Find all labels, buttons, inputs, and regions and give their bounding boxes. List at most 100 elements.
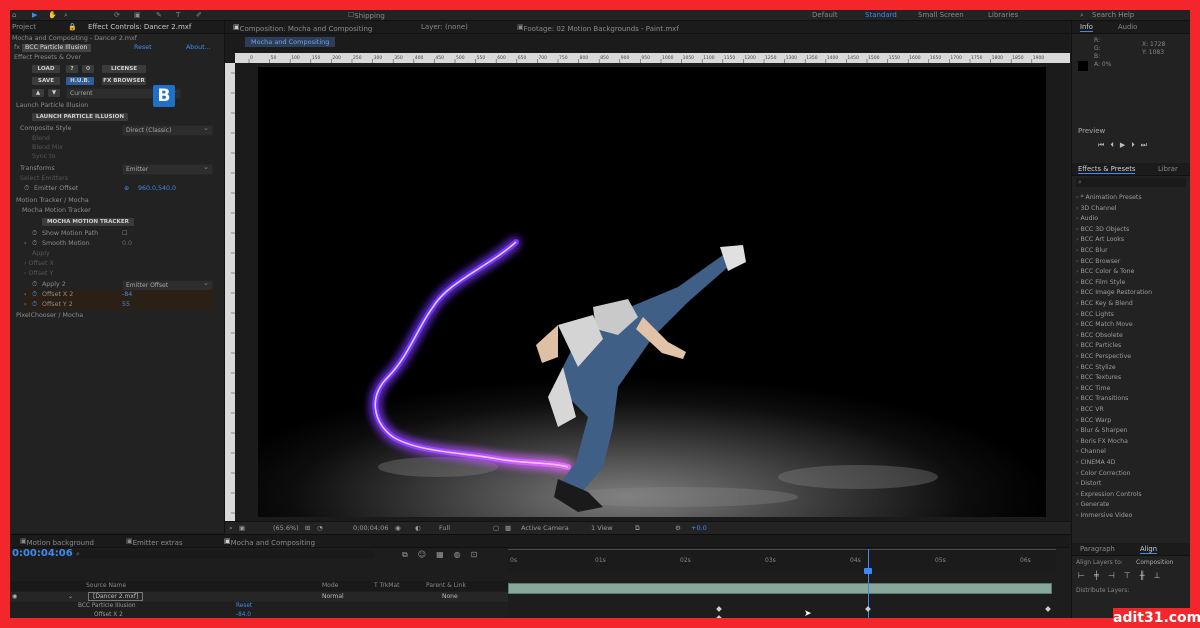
effects-list-item[interactable]: BCC Film Style [1076, 278, 1125, 289]
layer-row[interactable]: ◉ ⌄ [Dancer 2.mxf] Normal None [10, 592, 508, 602]
effect-row-label[interactable]: BCC Particle Illusion [78, 603, 136, 609]
effects-list-item[interactable]: BCC Transitions [1076, 394, 1128, 405]
chevron-down-icon[interactable]: ⌄ [68, 593, 73, 600]
effects-list-item[interactable]: BCC Lights [1076, 310, 1113, 321]
align-top-icon[interactable]: ⊤ [1124, 571, 1140, 580]
tab-composition[interactable]: ▣ Composition: Mocha and Compositing [233, 23, 372, 33]
effects-list-item[interactable]: BCC Key & Blend [1076, 299, 1132, 310]
workspace-libraries[interactable]: Libraries [988, 11, 1018, 19]
fx-browser-button[interactable]: FX BROWSER [102, 77, 146, 85]
about-link[interactable]: About... [186, 43, 211, 53]
chevron-right-icon[interactable]: › [24, 239, 27, 249]
reset-exposure-icon[interactable]: ⚙ [675, 524, 681, 532]
effects-list-item[interactable]: * Animation Presets [1076, 193, 1141, 204]
effects-list-item[interactable]: BCC Stylize [1076, 363, 1115, 374]
exposure-value[interactable]: +0.0 [691, 524, 707, 532]
effects-list-item[interactable]: Immersive Video [1076, 511, 1132, 522]
effect-presets-row[interactable]: Effect Presets & Over [14, 53, 81, 63]
composition-viewer[interactable] [258, 67, 1046, 517]
align-target-dropdown[interactable]: Composition [1136, 559, 1173, 566]
chevron-down-icon[interactable]: ▼ [48, 89, 60, 97]
layer-name[interactable]: [Dancer 2.mxf] [88, 592, 144, 601]
hue-button[interactable]: H.U.B. [66, 77, 94, 85]
flowchart-icon[interactable]: ⧉ [635, 524, 640, 533]
effects-list-item[interactable]: Channel [1076, 447, 1105, 458]
effects-list-item[interactable]: Expression Controls [1076, 490, 1141, 501]
crosshair-icon[interactable]: ⊕ [124, 184, 129, 194]
reset-link[interactable]: Reset [134, 43, 152, 53]
emitter-offset-value[interactable]: 960.0,540.0 [138, 184, 176, 194]
offset-row-value[interactable]: -84.0 [236, 612, 251, 618]
effects-list-item[interactable]: 3D Channel [1076, 204, 1116, 215]
grid-icon[interactable]: ⊞ [305, 524, 310, 532]
timeline-timecode[interactable]: 0:00:04:06 [12, 548, 73, 559]
tab-info[interactable]: Info [1080, 23, 1093, 32]
transforms-dropdown[interactable]: Emitter [122, 163, 213, 175]
chevron-up-icon[interactable]: ▲ [32, 89, 44, 97]
help-button[interactable]: ? [66, 65, 78, 73]
show-motion-path-checkbox[interactable]: ☐ [122, 229, 128, 239]
selection-tool-icon[interactable]: ▶ [32, 11, 37, 19]
workspace-standard[interactable]: Standard [865, 11, 897, 19]
effects-search-input[interactable]: ⌕ [1076, 178, 1186, 187]
effects-list-item[interactable]: BCC Browser [1076, 257, 1120, 268]
keyframe[interactable] [716, 606, 722, 612]
tab-effect-controls[interactable]: Effect Controls: Dancer 2.mxf [88, 23, 191, 31]
play-icon[interactable]: ▶ [1120, 141, 1131, 149]
frame-blend-icon[interactable]: ▦ [436, 550, 454, 559]
stopwatch-icon[interactable]: ⏱ [32, 280, 37, 290]
text-tool-icon[interactable]: T [176, 11, 180, 19]
effects-list-item[interactable]: Audio [1076, 214, 1098, 225]
effects-list-item[interactable]: BCC Obsolete [1076, 331, 1122, 342]
tab-footage[interactable]: ▣ Footage: 02 Motion Backgrounds - Paint… [517, 23, 679, 33]
effects-list-item[interactable]: BCC Textures [1076, 373, 1121, 384]
pen-tool-icon[interactable]: ✎ [156, 11, 162, 19]
transparency-icon[interactable]: ▩ [505, 524, 511, 532]
stopwatch-icon[interactable]: ⏱ [32, 229, 37, 239]
align-bottom-icon[interactable]: ⊥ [1154, 571, 1170, 580]
zoom-dropdown[interactable]: (65.6%) [273, 524, 299, 532]
effects-list-item[interactable]: BCC Perspective [1076, 352, 1131, 363]
shy-icon[interactable]: ☺ [418, 550, 436, 559]
workspace-small-screen[interactable]: Small Screen [918, 11, 964, 19]
align-left-icon[interactable]: ⊢ [1078, 571, 1094, 580]
workspace-default[interactable]: Default [812, 11, 838, 19]
effects-list-item[interactable]: Blur & Sharpen [1076, 426, 1127, 437]
last-frame-icon[interactable]: ⏭ [1141, 141, 1153, 149]
effect-name[interactable]: BCC Particle Illusion [22, 44, 91, 52]
tab-libraries[interactable]: Librar [1158, 165, 1178, 173]
hand-tool-icon[interactable]: ✋ [48, 11, 57, 19]
effects-list-item[interactable]: BCC Match Move [1076, 320, 1132, 331]
tab-effects-presets[interactable]: Effects & Presets [1078, 165, 1136, 174]
effects-list-item[interactable]: BCC Warp [1076, 416, 1111, 427]
layer-duration-bar[interactable] [508, 583, 1052, 594]
search-help[interactable]: Search Help [1092, 11, 1134, 19]
effects-list-item[interactable]: BCC Time [1076, 384, 1110, 395]
eye-icon[interactable]: ◉ [12, 593, 17, 600]
next-frame-icon[interactable]: ⏵ [1131, 141, 1141, 149]
effects-list-item[interactable]: BCC Image Restoration [1076, 288, 1152, 299]
brush-tool-icon[interactable]: ✐ [196, 11, 202, 19]
render-icon[interactable]: ▣ [239, 524, 245, 532]
stopwatch-icon[interactable]: ⏱ [32, 239, 37, 249]
stopwatch-icon[interactable]: ⏱ [32, 290, 37, 300]
keyframe[interactable] [1045, 606, 1051, 612]
views-dropdown[interactable]: 1 View [591, 524, 613, 532]
zoom-tool-icon[interactable]: ⌕ [64, 11, 68, 20]
stopwatch-icon[interactable]: ⏱ [32, 300, 37, 310]
layer-mode-dropdown[interactable]: Normal [322, 593, 344, 600]
composite-style-dropdown[interactable]: Direct (Classic) [122, 124, 213, 136]
comp-flowchart-icon[interactable]: ⧉ [402, 550, 418, 559]
search-icon[interactable]: ⌕ [1080, 11, 1084, 20]
effects-list-item[interactable]: BCC Color & Tone [1076, 267, 1134, 278]
camera-tool-icon[interactable]: ▣ [134, 11, 141, 19]
effects-list-item[interactable]: BCC Blur [1076, 246, 1107, 257]
tab-layer[interactable]: Layer: (none) [421, 23, 468, 31]
lock-icon[interactable]: 🔒 [68, 23, 77, 31]
effects-list-item[interactable]: CINEMA 4D [1076, 458, 1115, 469]
snapping-checkbox[interactable]: ☐ Shipping [348, 11, 385, 20]
effects-list-item[interactable]: Color Correction [1076, 469, 1130, 480]
save-button[interactable]: SAVE [32, 77, 60, 85]
resolution-dropdown[interactable]: Full [439, 524, 450, 532]
effects-list-item[interactable]: Distort [1076, 479, 1101, 490]
